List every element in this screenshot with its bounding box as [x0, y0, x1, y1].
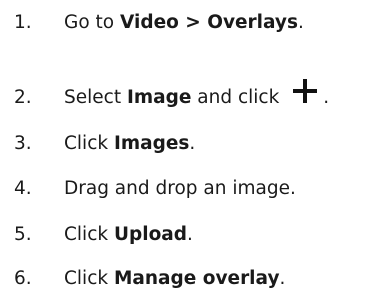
step-text-end: .	[279, 268, 286, 289]
step-number: 3.	[14, 133, 32, 154]
step-5: 5. Click Upload.	[14, 220, 193, 250]
option-manage-overlay: Manage overlay	[113, 268, 280, 289]
step-2: 2. Select Image and click.	[14, 79, 330, 113]
step-text: Click	[64, 133, 114, 154]
step-text-end: .	[323, 87, 330, 108]
step-text: Click	[64, 268, 114, 289]
step-text-end: .	[298, 12, 304, 33]
option-image: Image	[126, 87, 192, 108]
step-number: 4.	[14, 178, 32, 199]
step-number: 2.	[14, 87, 32, 108]
step-text: Go to	[64, 12, 120, 33]
menu-path-video-overlays: Video > Overlays	[120, 12, 298, 33]
plus-icon	[293, 79, 318, 103]
step-1: 1. Go to Video > Overlays.	[14, 8, 304, 38]
step-number: 1.	[14, 12, 32, 33]
step-text: Drag and drop an image.	[64, 178, 296, 199]
step-3: 3. Click Images.	[14, 129, 195, 159]
option-images: Images	[113, 133, 190, 154]
step-text-middle: and click	[191, 87, 280, 108]
instruction-list: 1. Go to Video > Overlays. 2. Select Image…	[0, 0, 387, 304]
step-text-end: .	[189, 133, 196, 154]
step-text-end: .	[187, 224, 193, 245]
step-text: Click	[64, 224, 114, 245]
step-4: 4. Drag and drop an image.	[14, 174, 296, 204]
step-6: 6. Click Manage overlay.	[14, 264, 285, 294]
step-number: 5.	[14, 224, 32, 245]
step-text: Select	[64, 87, 127, 108]
option-upload: Upload	[113, 224, 188, 245]
step-number: 6.	[14, 268, 32, 289]
